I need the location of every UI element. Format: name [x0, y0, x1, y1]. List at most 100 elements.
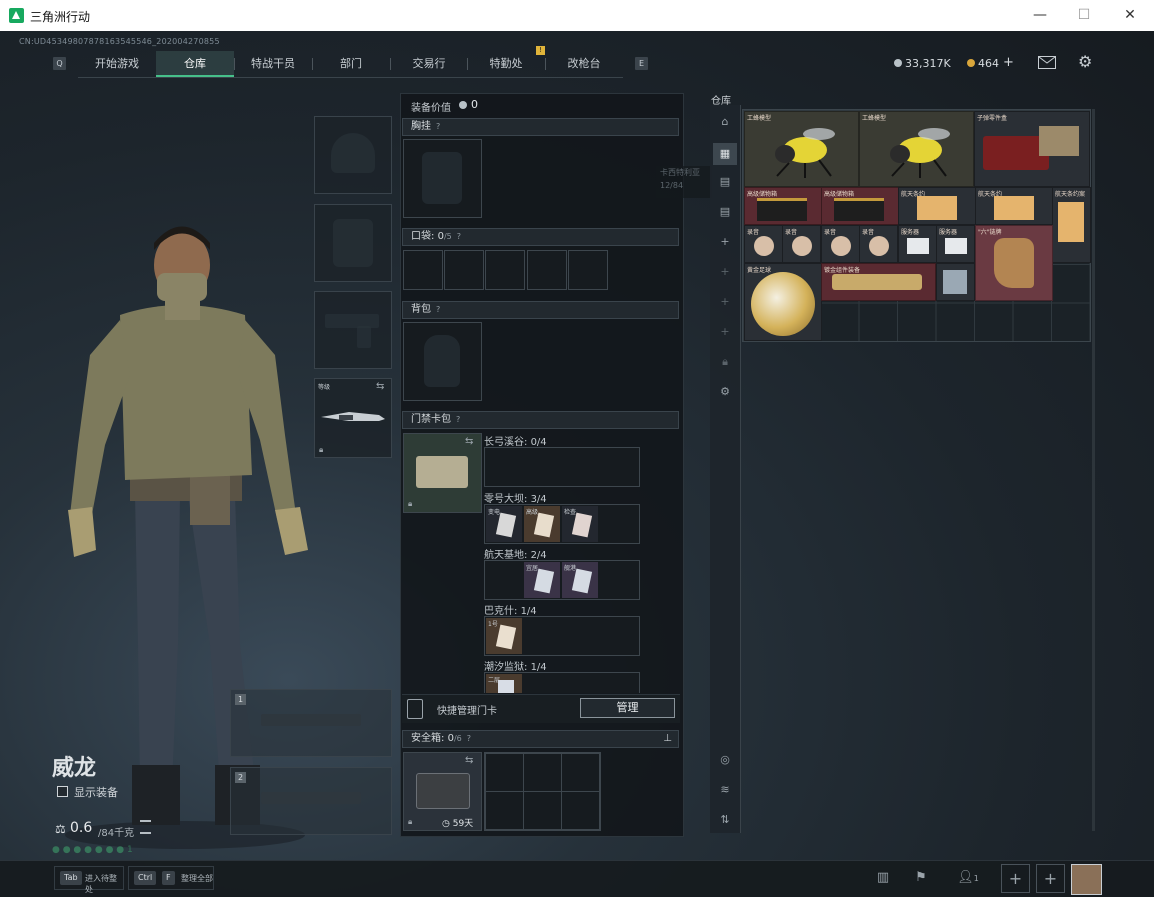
close-button[interactable]: ✕	[1107, 0, 1153, 31]
safe-box-slot[interactable]: ⇆ 🔒︎ ◷ 59天	[403, 752, 482, 831]
safe-case-icon	[416, 773, 470, 809]
keycard-item[interactable]: 变电	[486, 506, 522, 542]
pocket-slot[interactable]	[527, 250, 567, 290]
keycard-item[interactable]: 1号	[486, 618, 522, 654]
warehouse-item[interactable]: 录音	[744, 225, 783, 263]
primary-weapon-slot[interactable]: 1	[230, 689, 392, 757]
maximize-button[interactable]: ☐	[1061, 0, 1107, 31]
mail-icon[interactable]	[1038, 56, 1056, 69]
keycard-item[interactable]: 检查	[562, 506, 598, 542]
filter-icon[interactable]: ◎	[717, 753, 733, 767]
tab-gunsmith[interactable]: 改枪台	[545, 51, 623, 77]
flag-icon[interactable]: ⚑	[911, 868, 931, 888]
invite-slot-button[interactable]: +	[1036, 864, 1065, 893]
window-titlebar: 三角洲行动 — ☐ ✕	[0, 0, 1154, 32]
settings-gear-icon[interactable]: ⚙	[1078, 52, 1092, 71]
sort-icon[interactable]: ⇅	[717, 813, 733, 827]
currency-hafu: 33,317K	[905, 57, 951, 70]
warehouse-item[interactable]: 黄金足球	[744, 263, 822, 341]
add-tab-icon[interactable]: +	[717, 265, 733, 279]
settings-gear-icon[interactable]: ⚙	[717, 385, 733, 399]
tab-operators[interactable]: 特战干员	[234, 51, 312, 77]
helmet-slot[interactable]	[314, 116, 392, 194]
keycard-item[interactable]: 高级	[524, 506, 560, 542]
gold-football-icon	[751, 272, 815, 336]
faint-hint: ● ● ● ● ● ● ● 1	[52, 845, 133, 855]
secondary-weapon-slot[interactable]: 2	[230, 767, 392, 835]
warehouse-item[interactable]: 服务器	[936, 225, 975, 263]
keycard-row[interactable]: 二层	[484, 672, 640, 693]
pistol-slot[interactable]	[314, 291, 392, 369]
document-icon	[917, 196, 957, 220]
warehouse-item[interactable]: 镀金组件装备	[821, 263, 936, 301]
add-tab-icon[interactable]: +	[717, 295, 733, 309]
keycard-item[interactable]: 二层	[486, 674, 522, 693]
warehouse-item[interactable]: 录音	[859, 225, 898, 263]
pocket-slot[interactable]	[444, 250, 484, 290]
backpack-slot[interactable]	[403, 322, 482, 401]
keycard-row[interactable]	[484, 447, 640, 487]
melee-slot[interactable]: 等级 ⇆ 🔒︎	[314, 378, 392, 458]
keycard-row[interactable]: 宜居 舰港	[484, 560, 640, 600]
armor-slot[interactable]	[314, 204, 392, 282]
warehouse-item[interactable]: 高级储物箱	[821, 187, 899, 225]
keycard-row[interactable]: 1号	[484, 616, 640, 656]
warehouse-item[interactable]: 航天条约	[898, 187, 976, 225]
warehouse-item[interactable]: 工蜂模型	[744, 111, 859, 187]
warehouse-item[interactable]: 服务器	[898, 225, 937, 263]
swap-icon[interactable]: ⇆	[465, 755, 473, 766]
tab-trading[interactable]: 交易行	[390, 51, 468, 77]
show-equipment-checkbox[interactable]	[57, 786, 68, 797]
warehouse-scrollbar[interactable]	[1092, 109, 1095, 831]
safe-tab-icon[interactable]: ⌂	[717, 115, 733, 129]
warehouse-item[interactable]: 子弹零件盒	[974, 111, 1090, 187]
nav-key-q[interactable]: Q	[53, 57, 66, 70]
keycard-row[interactable]: 变电 高级 检查	[484, 504, 640, 544]
tab-department[interactable]: 部门	[312, 51, 390, 77]
storage-tab-3-icon[interactable]: ▤	[717, 205, 733, 219]
warehouse-item[interactable]: 录音	[782, 225, 821, 263]
add-tab-icon[interactable]: +	[717, 235, 733, 249]
warehouse-item[interactable]: 高级储物箱	[744, 187, 822, 225]
layers-icon[interactable]: ≋	[717, 783, 733, 797]
tab-special-ops[interactable]: 特勤处	[467, 51, 545, 77]
storage-tab-2-icon[interactable]: ▤	[717, 175, 733, 189]
tab-start-game[interactable]: 开始游戏	[78, 51, 156, 77]
backpack-silhouette-icon	[424, 335, 460, 387]
keycard-pack-slot[interactable]: ⇆ 🔒︎	[403, 433, 482, 513]
warehouse-item[interactable]: 工蜂模型	[859, 111, 974, 187]
tab-warehouse[interactable]: 仓库	[156, 51, 234, 77]
swap-icon[interactable]: ⇆	[465, 436, 473, 447]
player-avatar[interactable]	[1071, 864, 1102, 895]
weight-details-icon[interactable]	[140, 820, 151, 834]
sort-all-hint[interactable]: Ctrl F 整理全部	[128, 866, 214, 890]
chest-rig-slot[interactable]	[403, 139, 482, 218]
pocket-slot[interactable]	[485, 250, 525, 290]
lock-icon: 🔒︎	[408, 499, 413, 508]
minimize-button[interactable]: —	[1017, 0, 1063, 31]
quick-manage-label: 快捷管理门卡	[437, 706, 497, 717]
keycard-item[interactable]: 宜居	[524, 562, 560, 598]
user-uid: CN:UD45349807878163545546_202004270855	[19, 37, 220, 46]
to-staging-hint[interactable]: Tab 进入待整处	[54, 866, 124, 894]
friends-icon[interactable]: 👤︎1	[955, 868, 981, 888]
rifle-silhouette-icon	[261, 714, 361, 726]
warehouse-item[interactable]: 录音	[821, 225, 860, 263]
safe-box-grid[interactable]	[484, 752, 601, 831]
invite-slot-button[interactable]: +	[1001, 864, 1030, 893]
pocket-slot[interactable]	[568, 250, 608, 290]
warehouse-item[interactable]	[936, 263, 975, 301]
chest-rig-header: 胸挂?	[402, 118, 679, 136]
warehouse-item[interactable]: 航天条约	[975, 187, 1053, 225]
add-currency-button[interactable]: +	[1003, 55, 1014, 70]
pocket-slot[interactable]	[403, 250, 443, 290]
stats-icon[interactable]: ▥	[873, 868, 893, 888]
storage-tab-icon[interactable]: ▦	[713, 143, 737, 165]
nav-key-e[interactable]: E	[635, 57, 648, 70]
manage-button[interactable]: 管理	[580, 698, 675, 718]
swap-icon[interactable]: ⇆	[376, 381, 384, 392]
warehouse-item[interactable]: "六"链牌	[975, 225, 1053, 301]
warehouse-item[interactable]: 航天条约案	[1052, 187, 1091, 263]
keycard-item[interactable]: 舰港	[562, 562, 598, 598]
add-tab-icon[interactable]: +	[717, 325, 733, 339]
